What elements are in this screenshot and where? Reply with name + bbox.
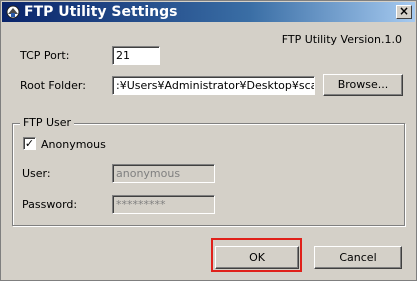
password-label: Password: [22, 198, 78, 211]
close-icon: × [398, 4, 410, 18]
ftp-user-group-title: FTP User [20, 116, 75, 129]
version-label: FTP Utility Version.1.0 [281, 33, 402, 46]
ftp-settings-dialog: FTP Utility Settings × FTP Utility Versi… [0, 0, 417, 281]
cancel-button[interactable]: Cancel [314, 246, 402, 269]
window-title: FTP Utility Settings [24, 4, 178, 20]
password-input[interactable]: ********* [112, 195, 215, 214]
tcp-port-input[interactable]: 21 [112, 46, 160, 65]
close-button[interactable]: × [396, 5, 412, 19]
root-folder-label: Root Folder: [20, 79, 86, 92]
root-folder-input[interactable]: :¥Users¥Administrator¥Desktop¥scan [112, 76, 315, 95]
ok-button-highlight [211, 238, 302, 272]
anonymous-label: Anonymous [41, 138, 106, 151]
tcp-port-label: TCP Port: [20, 49, 70, 62]
anonymous-checkbox[interactable]: ✓ [23, 137, 36, 150]
user-input[interactable]: anonymous [112, 164, 215, 183]
browse-button[interactable]: Browse... [323, 74, 403, 96]
title-bar: FTP Utility Settings × [2, 2, 415, 22]
user-label: User: [22, 167, 51, 180]
checkmark-icon: ✓ [24, 137, 35, 150]
ftp-utility-icon [6, 5, 20, 19]
